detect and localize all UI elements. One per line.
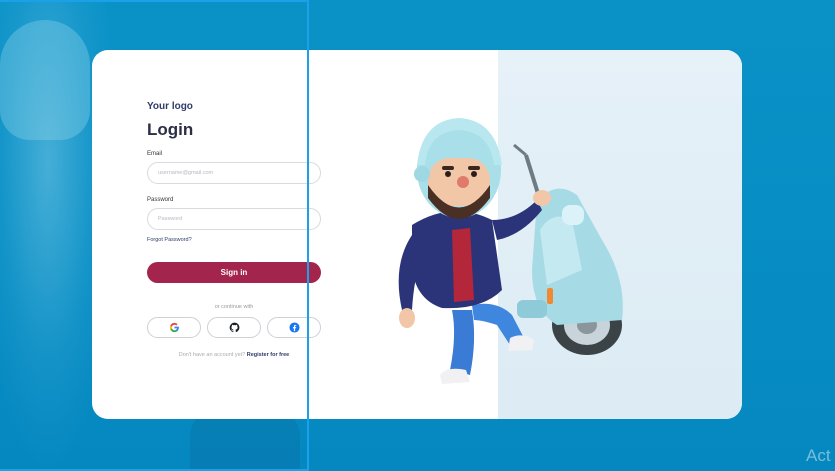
register-link[interactable]: Register for free (247, 352, 290, 358)
login-card: Your logo Login Email Password Forgot Pa… (92, 50, 742, 419)
signup-prompt: Don't have an account yet? Register for … (147, 352, 321, 358)
sign-in-button[interactable]: Sign in (147, 262, 321, 283)
facebook-login-button[interactable] (267, 317, 321, 338)
page-title: Login (147, 120, 194, 139)
email-field[interactable] (147, 162, 321, 184)
background-helmet-blur (0, 20, 90, 140)
password-field[interactable] (147, 208, 321, 230)
activation-watermark: Act (806, 446, 831, 465)
selection-outline-top (0, 0, 309, 2)
selection-outline-right (307, 0, 309, 471)
forgot-password-link[interactable]: Forgot Password? (147, 237, 192, 243)
password-label: Password (147, 197, 174, 203)
google-icon (169, 322, 179, 333)
google-login-button[interactable] (147, 317, 201, 338)
facebook-icon (288, 322, 300, 333)
scooter-character-illustration (398, 118, 623, 384)
alt-login-text: or continue with (214, 304, 254, 310)
github-icon (229, 322, 239, 333)
brand-logo-text: Your logo (147, 101, 193, 112)
email-label: Email (147, 151, 163, 157)
signup-prompt-text: Don't have an account yet? (178, 352, 246, 358)
github-login-button[interactable] (207, 317, 261, 338)
